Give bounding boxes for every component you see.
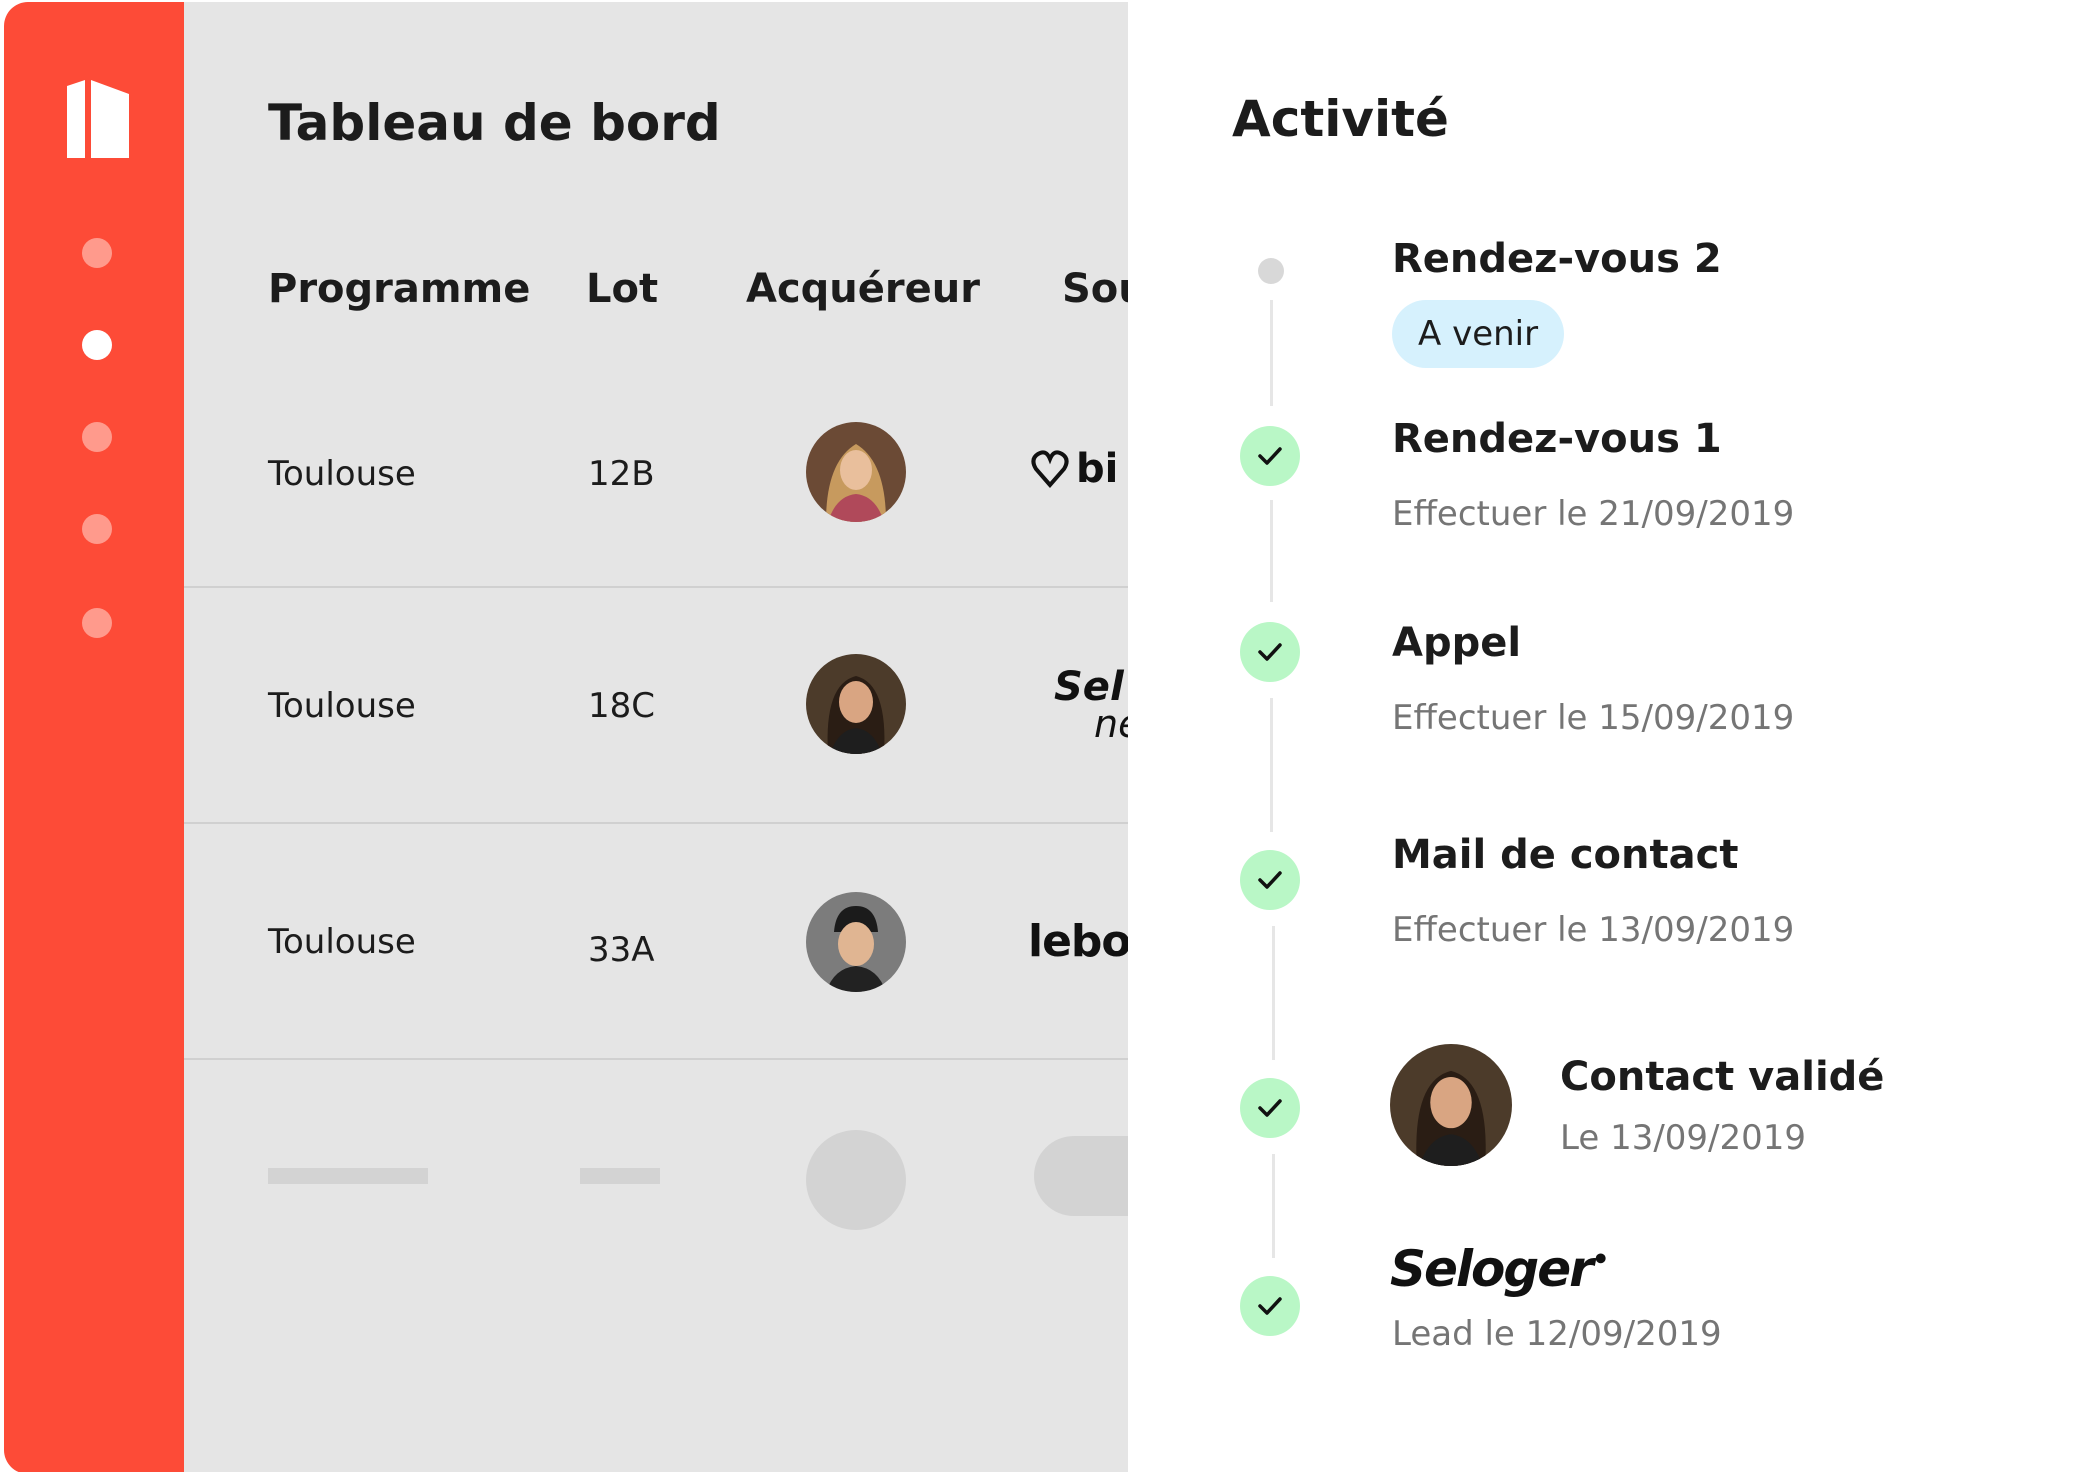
buyer-avatar[interactable] xyxy=(806,422,906,522)
contact-avatar[interactable] xyxy=(1390,1044,1512,1166)
check-icon xyxy=(1240,622,1300,682)
event-title: Mail de contact xyxy=(1392,832,1739,878)
nav-item-4[interactable] xyxy=(82,514,112,544)
cell-programme: Toulouse xyxy=(268,686,416,726)
nav-item-5[interactable] xyxy=(82,608,112,638)
activity-title: Activité xyxy=(1232,90,1449,148)
event-title: Rendez-vous 2 xyxy=(1392,236,1722,282)
timeline-line xyxy=(1272,1154,1275,1258)
event-date: Effectuer le 13/09/2019 xyxy=(1392,910,1795,950)
timeline-line xyxy=(1270,500,1273,602)
skeleton-avatar xyxy=(806,1130,906,1230)
sidebar xyxy=(4,2,184,1472)
building-logo-icon[interactable] xyxy=(67,80,129,158)
heart-icon xyxy=(1031,450,1069,489)
skeleton-pill xyxy=(1034,1136,1128,1216)
column-header-lot[interactable]: Lot xyxy=(586,266,658,312)
source-logo-bienici: bi xyxy=(1030,446,1118,492)
timeline-line xyxy=(1272,926,1275,1060)
column-header-acquereur[interactable]: Acquéreur xyxy=(746,266,980,312)
status-badge: A venir xyxy=(1392,300,1565,368)
timeline-line xyxy=(1270,698,1273,832)
cell-lot: 33A xyxy=(588,930,655,970)
timeline-line xyxy=(1270,300,1273,406)
event-date: Lead le 12/09/2019 xyxy=(1392,1314,1722,1354)
nav-item-1[interactable] xyxy=(82,238,112,268)
page-title: Tableau de bord xyxy=(268,94,721,152)
column-header-source[interactable]: Sou xyxy=(1062,266,1128,312)
buyer-avatar[interactable] xyxy=(806,654,906,754)
cell-lot: 18C xyxy=(588,686,656,726)
skeleton-bar xyxy=(268,1168,428,1184)
buyer-avatar[interactable] xyxy=(806,892,906,992)
event-date: Effectuer le 21/09/2019 xyxy=(1392,494,1795,534)
source-logo-leboncoin: lebo xyxy=(1028,916,1128,967)
nav-item-2-active[interactable] xyxy=(82,330,112,360)
check-icon xyxy=(1240,426,1300,486)
nav-item-3[interactable] xyxy=(82,422,112,452)
cell-programme: Toulouse xyxy=(268,454,416,494)
dashboard-panel: Tableau de bord Programme Lot Acquéreur … xyxy=(184,2,1128,1472)
check-icon xyxy=(1240,850,1300,910)
activity-panel: Activité Rendez-vous 2 A venir Rendez-vo… xyxy=(1128,0,2084,1472)
row-divider xyxy=(184,586,1128,588)
check-icon xyxy=(1240,1276,1300,1336)
check-icon xyxy=(1240,1078,1300,1138)
source-logo-sub: ne xyxy=(1094,702,1128,746)
event-date: Effectuer le 15/09/2019 xyxy=(1392,698,1795,738)
event-title: Contact validé xyxy=(1560,1054,1885,1100)
column-header-programme[interactable]: Programme xyxy=(268,266,530,312)
seloger-logo: Seloger• xyxy=(1390,1240,1610,1298)
row-divider xyxy=(184,822,1128,824)
pending-status-dot xyxy=(1258,258,1284,284)
event-title: Rendez-vous 1 xyxy=(1392,416,1722,462)
cell-lot: 12B xyxy=(588,454,655,494)
event-date: Le 13/09/2019 xyxy=(1560,1118,1807,1158)
cell-programme: Toulouse xyxy=(268,922,416,962)
row-divider xyxy=(184,1058,1128,1060)
event-title: Appel xyxy=(1392,620,1522,666)
skeleton-bar xyxy=(580,1168,660,1184)
logo-dot-icon: • xyxy=(1591,1242,1610,1276)
